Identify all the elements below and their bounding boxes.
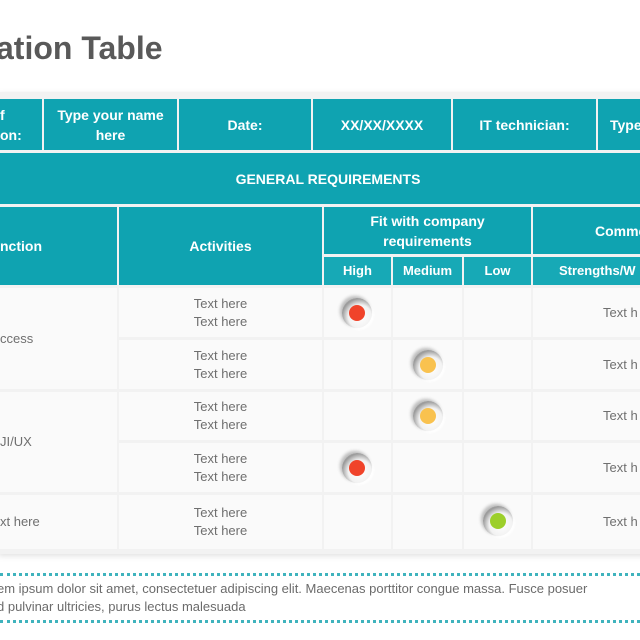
activity-text: Text here (193, 295, 248, 311)
col-header-fit: Fit with company requirements (324, 207, 531, 254)
fit-cell (393, 495, 462, 549)
name-value-cell[interactable]: Type your name here (44, 99, 177, 150)
name-label-line1: f (0, 106, 5, 123)
comment-text: Text h (603, 356, 638, 372)
col-header-function-text: nction (0, 238, 42, 254)
activity-text: Text here (193, 450, 248, 466)
col-header-strengths: Strengths/W (533, 257, 640, 285)
activities-cell: Text here Text here (119, 288, 322, 337)
date-label: Date: (227, 116, 263, 133)
activities-cell: Text here Text here (119, 495, 322, 549)
fit-cell (464, 443, 531, 492)
col-header-low-text: Low (484, 263, 511, 278)
fit-indicator-high (342, 297, 372, 328)
comment-cell: Text h (533, 288, 640, 337)
fit-cell (464, 392, 531, 440)
comment-cell: Text h (533, 495, 640, 549)
comment-text: Text h (603, 514, 638, 529)
function-cell: xt here (0, 495, 117, 549)
status-dot-icon (490, 513, 506, 529)
col-header-high: High (324, 257, 391, 285)
date-label-cell: Date: (179, 99, 311, 150)
page-title: ation Table (0, 30, 163, 66)
fit-indicator-medium (413, 401, 443, 431)
col-header-activities-text: Activities (189, 238, 252, 254)
date-value[interactable]: XX/XX/XXXX (341, 115, 423, 135)
comment-cell: Text h (533, 443, 640, 492)
activities-cell: Text here Text here (119, 392, 322, 440)
fit-cell (324, 340, 391, 389)
comment-text: Text h (603, 459, 638, 475)
col-header-medium: Medium (393, 257, 462, 285)
comment-text: Text h (603, 408, 638, 423)
col-header-medium-text: Medium (402, 263, 453, 278)
col-header-comments-text: Comme (595, 222, 640, 239)
comment-text: Text h (603, 304, 638, 320)
col-header-function: nction (0, 207, 117, 285)
activity-text: Text here (193, 417, 248, 432)
status-dot-icon (420, 356, 436, 373)
col-header-high-text: High (343, 263, 372, 278)
function-text: JI/UX (0, 434, 32, 449)
tech-label: IT technician: (479, 116, 570, 133)
activity-text: Text here (193, 468, 248, 484)
activity-text: Text here (193, 399, 248, 414)
name-label-cell: f on: (0, 99, 42, 150)
tech-label-cell: IT technician: (453, 99, 596, 150)
fit-indicator-low (483, 506, 513, 536)
col-header-comments: Comme (533, 207, 640, 254)
col-header-strengths-text: Strengths/W (559, 263, 636, 278)
fit-cell (324, 392, 391, 440)
function-cell: ccess (0, 288, 117, 389)
activity-text: Text here (193, 313, 248, 329)
activities-cell: Text here Text here (119, 340, 322, 389)
activity-text: Text here (193, 365, 248, 381)
col-header-activities: Activities (119, 207, 322, 285)
status-dot-icon (349, 459, 365, 476)
status-dot-icon (349, 304, 365, 321)
fit-cell (464, 340, 531, 389)
footer-divider-top (0, 573, 640, 576)
tech-value[interactable]: Type (610, 115, 640, 135)
fit-cell (393, 443, 462, 492)
section-header-text: GENERAL REQUIREMENTS (235, 170, 421, 187)
footer-line-2: d pulvinar ultricies, purus lectus males… (0, 599, 246, 614)
comment-cell: Text h (533, 340, 640, 389)
footer-divider-bottom (0, 620, 640, 623)
tech-value-cell[interactable]: Type (598, 99, 640, 150)
activity-text: Text here (193, 523, 248, 538)
status-dot-icon (420, 408, 436, 424)
comment-cell: Text h (533, 392, 640, 440)
activity-text: Text here (193, 347, 248, 363)
name-label-line2: on: (0, 126, 22, 143)
footer-text: em ipsum dolor sit amet, consectetuer ad… (0, 580, 640, 616)
fit-indicator-high (342, 452, 372, 483)
function-text: ccess (0, 330, 34, 346)
function-text: xt here (0, 514, 40, 529)
fit-indicator-medium (413, 349, 443, 380)
footer-line-1: em ipsum dolor sit amet, consectetuer ad… (0, 581, 588, 596)
fit-cell (324, 495, 391, 549)
date-value-cell[interactable]: XX/XX/XXXX (313, 99, 451, 150)
function-cell: JI/UX (0, 392, 117, 492)
col-header-low: Low (464, 257, 531, 285)
fit-cell (393, 288, 462, 337)
activities-cell: Text here Text here (119, 443, 322, 492)
name-value[interactable]: Type your name here (52, 105, 169, 145)
fit-cell (464, 288, 531, 337)
section-header: GENERAL REQUIREMENTS (0, 153, 640, 204)
activity-text: Text here (193, 505, 248, 520)
col-header-fit-text: Fit with company requirements (370, 212, 485, 249)
